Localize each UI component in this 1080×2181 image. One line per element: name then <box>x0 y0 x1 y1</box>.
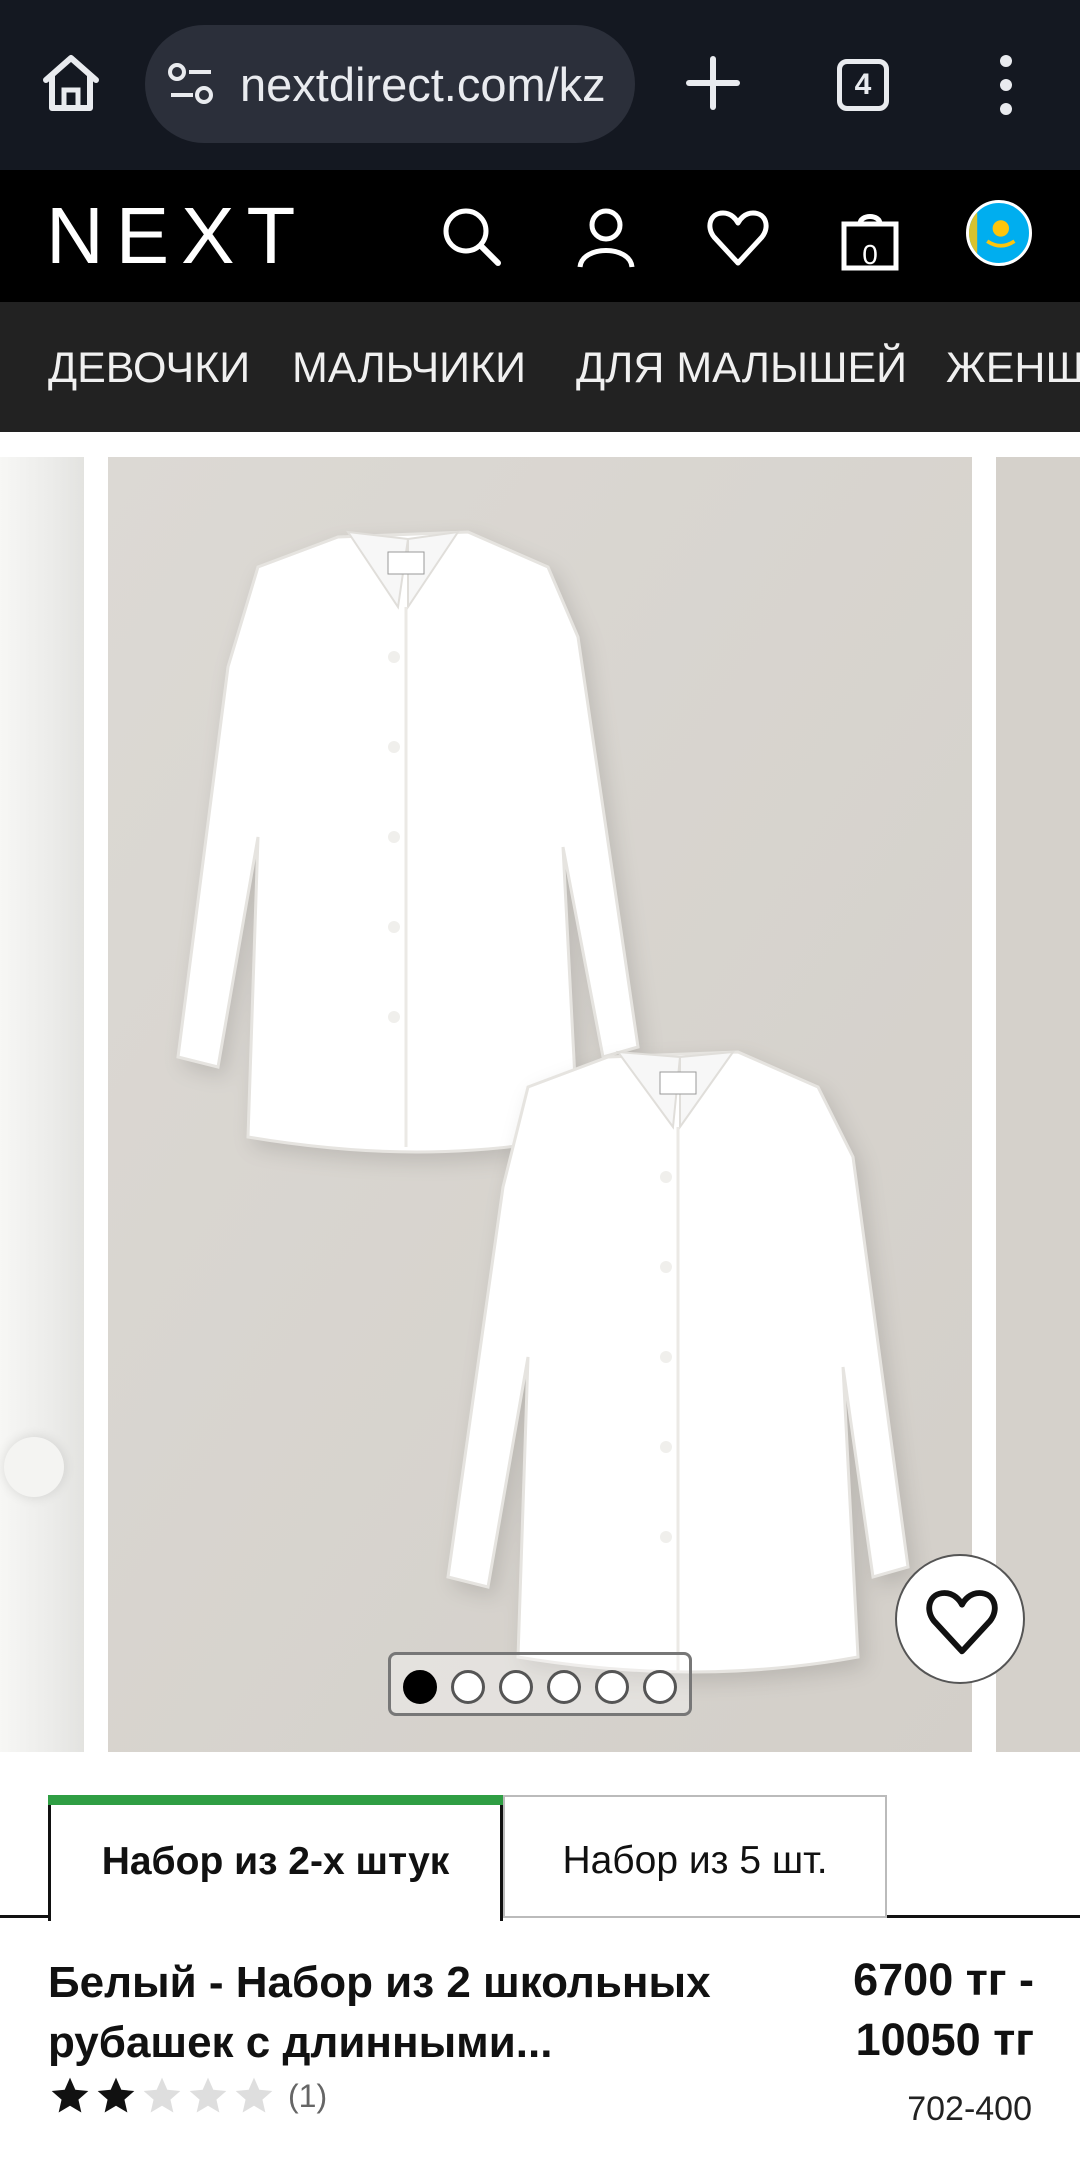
new-tab-icon[interactable] <box>685 55 741 111</box>
tab-label: Набор из 2-х штук <box>101 1840 450 1883</box>
next-logo[interactable]: NEXT <box>46 196 307 276</box>
nav-item-girls[interactable]: ДЕВОЧКИ <box>48 344 250 393</box>
site-header: NEXT 0 <box>0 170 1080 302</box>
star-filled-icon <box>51 2077 89 2113</box>
previous-image[interactable] <box>0 457 84 1752</box>
product-sku: 702-400 <box>907 2090 1032 2128</box>
gallery-dot[interactable] <box>643 1670 677 1704</box>
tab-pack-of-2[interactable]: Набор из 2-х штук <box>48 1795 503 1921</box>
gallery-dot[interactable] <box>499 1670 533 1704</box>
site-settings-icon[interactable] <box>167 62 215 106</box>
price-line: 6700 тг - <box>853 1954 1034 2005</box>
star-filled-icon <box>97 2077 135 2113</box>
white-shirts-photo <box>108 457 972 1752</box>
active-tab-indicator <box>48 1795 503 1805</box>
gallery-dot[interactable] <box>547 1670 581 1704</box>
product-title-line: рубашек с длинными... <box>48 2018 553 2067</box>
gallery-dot[interactable] <box>595 1670 629 1704</box>
account-icon[interactable] <box>574 205 638 269</box>
nav-item-boys[interactable]: МАЛЬЧИКИ <box>292 344 526 393</box>
nav-item-women[interactable]: ЖЕНЩ <box>946 344 1080 393</box>
search-icon[interactable] <box>440 205 504 269</box>
category-nav: ДЕВОЧКИ МАЛЬЧИКИ ДЛЯ МАЛЫШЕЙ ЖЕНЩ <box>0 302 1080 432</box>
home-icon[interactable] <box>38 50 104 116</box>
product-title: Белый - Набор из 2 школьных рубашек с дл… <box>48 1953 788 2073</box>
star-empty-icon <box>143 2077 181 2113</box>
product-gallery[interactable] <box>0 432 1080 1767</box>
gallery-dot[interactable] <box>403 1670 437 1704</box>
star-empty-icon <box>189 2077 227 2113</box>
tab-label: Набор из 5 шт. <box>562 1839 828 1882</box>
product-title-line: Белый - Набор из 2 школьных <box>48 1958 711 2007</box>
add-to-favourites-button[interactable] <box>895 1554 1025 1684</box>
product-price: 6700 тг - 10050 тг <box>780 1950 1034 2070</box>
gallery-pagination <box>388 1652 692 1716</box>
price-line: 10050 тг <box>855 2014 1034 2065</box>
kazakhstan-flag-icon[interactable] <box>966 200 1032 266</box>
menu-kebab-icon[interactable] <box>996 53 1016 117</box>
shirt-button-detail <box>4 1437 64 1497</box>
star-empty-icon <box>235 2077 273 2113</box>
heart-icon <box>926 1590 998 1655</box>
tab-pack-of-5[interactable]: Набор из 5 шт. <box>503 1795 887 1918</box>
favourites-icon[interactable] <box>706 205 770 269</box>
browser-toolbar: nextdirect.com/kz 4 <box>0 0 1080 170</box>
nav-item-baby[interactable]: ДЛЯ МАЛЫШЕЙ <box>576 344 907 393</box>
pack-option-tabs: Набор из 2-х штук Набор из 5 шт. <box>0 1795 1080 1921</box>
address-bar[interactable]: nextdirect.com/kz <box>145 25 635 143</box>
bag-count: 0 <box>862 239 878 270</box>
tab-switcher-icon[interactable]: 4 <box>837 59 889 111</box>
url-text[interactable]: nextdirect.com/kz <box>240 57 606 112</box>
product-image[interactable] <box>108 457 972 1752</box>
gallery-dot[interactable] <box>451 1670 485 1704</box>
next-image[interactable] <box>996 457 1080 1752</box>
review-count[interactable]: (1) <box>288 2078 327 2115</box>
